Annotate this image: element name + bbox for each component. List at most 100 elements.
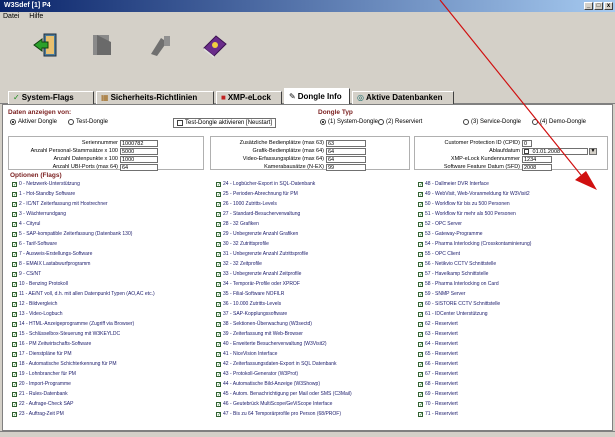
checkbox-checked-icon[interactable]: ✓	[12, 401, 17, 407]
flag-option[interactable]: ✓ 28 - 32 Grafiken	[216, 221, 259, 227]
flag-option[interactable]: ✓ 27 - Standard-Besucherverwaltung	[216, 211, 300, 217]
radio-system-dongle[interactable]: (1) System-Dongle	[320, 119, 378, 125]
flag-option[interactable]: ✓ 54 - Pharma Interlocking (Crosskontamin…	[418, 241, 531, 247]
checkbox-checked-icon[interactable]: ✓	[418, 251, 423, 257]
checkbox-checked-icon[interactable]: ✓	[216, 321, 221, 327]
checkbox-checked-icon[interactable]: ✓	[418, 181, 423, 187]
dropdown-arrow-icon[interactable]: ▼	[589, 148, 597, 155]
menu-datei[interactable]: Datei	[3, 13, 19, 20]
checkbox-checked-icon[interactable]: ✓	[216, 411, 221, 417]
checkbox-checked-icon[interactable]: ✓	[418, 211, 423, 217]
radio-aktiver-dongle[interactable]: Aktiver Dongle	[10, 119, 57, 125]
flag-option[interactable]: ✓ 41 - NiceVision Interface	[216, 351, 277, 357]
flag-option[interactable]: ✓ 71 - Reserviert	[418, 411, 458, 417]
checkbox-checked-icon[interactable]: ✓	[216, 361, 221, 367]
flag-option[interactable]: ✓ 10 - Benzing Protokoll	[12, 281, 68, 287]
flag-option[interactable]: ✓ 7 - Ausweis-Erstellungs-Software	[12, 251, 92, 257]
seriennummer-input[interactable]: 1000782	[120, 140, 158, 147]
checkbox-checked-icon[interactable]: ✓	[216, 191, 221, 197]
checkbox-checked-icon[interactable]: ✓	[418, 331, 423, 337]
flag-option[interactable]: ✓ 23 - Auftrag-Zeit PM	[12, 411, 64, 417]
sfd-input[interactable]: 2008	[522, 164, 552, 171]
checkbox-checked-icon[interactable]: ✓	[216, 221, 221, 227]
flag-option[interactable]: ✓ 21 - Rules-Datenbank	[12, 391, 68, 397]
flag-option[interactable]: ✓ 66 - Reserviert	[418, 361, 458, 367]
checkbox-checked-icon[interactable]: ✓	[12, 321, 17, 327]
flag-option[interactable]: ✓ 60 - SISTORE CCTV Schnittstelle	[418, 301, 500, 307]
close-button[interactable]: x	[604, 2, 613, 10]
checkbox-checked-icon[interactable]: ✓	[418, 271, 423, 277]
checkbox-checked-icon[interactable]: ✓	[418, 311, 423, 317]
checkbox-checked-icon[interactable]: ✓	[216, 331, 221, 337]
personal-stammsaetze-input[interactable]: 5000	[120, 148, 158, 155]
flag-option[interactable]: ✓ 8 - EMAIX Lastabwurfprogramm	[12, 261, 90, 267]
flag-option[interactable]: ✓ 63 - Reserviert	[418, 331, 458, 337]
flag-option[interactable]: ✓ 22 - Aufrage-Check SAP	[12, 401, 73, 407]
checkbox-checked-icon[interactable]: ✓	[216, 291, 221, 297]
document-icon[interactable]	[84, 28, 120, 62]
flag-option[interactable]: ✓ 5 - SAP-kompatible Zeiterfassung (Daten…	[12, 231, 132, 237]
flag-option[interactable]: ✓ 45 - Autom. Benachrichtigung per Mail o…	[216, 391, 352, 397]
radio-test-dongle[interactable]: Test-Dongle	[68, 119, 108, 125]
tab-xmp-elock[interactable]: ■ XMP-eLock	[216, 91, 282, 104]
book-icon[interactable]	[196, 28, 232, 62]
checkbox-checked-icon[interactable]: ✓	[418, 221, 423, 227]
flag-option[interactable]: ✓ 55 - OPC Client	[418, 251, 460, 257]
checkbox-checked-icon[interactable]: ✓	[418, 371, 423, 377]
flag-option[interactable]: ✓ 20 - Import-Programme	[12, 381, 71, 387]
flag-option[interactable]: ✓ 15 - Schlüsselbox-Steuerung mit W3KEYLD…	[12, 331, 120, 337]
flag-option[interactable]: ✓ 29 - Unbegrenzte Anzahl Grafiken	[216, 231, 298, 237]
checkbox-checked-icon[interactable]: ✓	[418, 261, 423, 267]
flag-option[interactable]: ✓ 14 - HTML-Anzeigeprogramme (Zugriff via…	[12, 321, 134, 327]
checkbox-checked-icon[interactable]: ✓	[12, 241, 17, 247]
checkbox-checked-icon[interactable]: ✓	[12, 391, 17, 397]
checkbox-checked-icon[interactable]: ✓	[216, 181, 221, 187]
flag-option[interactable]: ✓ 65 - Reserviert	[418, 351, 458, 357]
checkbox-checked-icon[interactable]: ✓	[12, 281, 17, 287]
flag-option[interactable]: ✓ 2 - IC/NT Zeiterfassung mit Hostrechner	[12, 201, 108, 207]
checkbox-checked-icon[interactable]: ✓	[12, 291, 17, 297]
checkbox-checked-icon[interactable]: ✓	[216, 201, 221, 207]
minimize-button[interactable]: _	[584, 2, 593, 10]
edit-icon[interactable]	[142, 28, 178, 62]
flag-option[interactable]: ✓ 32 - 32 Zeitprofile	[216, 261, 262, 267]
checkbox-checked-icon[interactable]: ✓	[216, 391, 221, 397]
checkbox-checked-icon[interactable]: ✓	[12, 371, 17, 377]
checkbox-checked-icon[interactable]: ✓	[216, 281, 221, 287]
flag-option[interactable]: ✓ 38 - Sektionen-Überwachung (W3sectd)	[216, 321, 312, 327]
checkbox-checked-icon[interactable]: ✓	[216, 271, 221, 277]
grafik-bedienplaetze-input[interactable]: 64	[326, 148, 366, 155]
checkbox-checked-icon[interactable]: ✓	[418, 381, 423, 387]
flag-option[interactable]: ✓ 48 - Dallmeier DVR Interface	[418, 181, 489, 187]
bedienplaetze-input[interactable]: 63	[326, 140, 366, 147]
flag-option[interactable]: ✓ 4 - Cityrul	[12, 221, 40, 227]
flag-option[interactable]: ✓ 12 - Bildvergleich	[12, 301, 57, 307]
checkbox-checked-icon[interactable]: ✓	[418, 291, 423, 297]
ablaufdatum-picker[interactable]: 01.01.2008	[522, 148, 588, 155]
checkbox-checked-icon[interactable]: ✓	[12, 301, 17, 307]
datenpunkte-input[interactable]: 1000	[120, 156, 158, 163]
ablaufdatum-checkbox[interactable]	[524, 149, 529, 154]
checkbox-test-dongle-aktivieren[interactable]: Test-Dongle aktivieren [Neustart]	[173, 118, 277, 128]
checkbox-checked-icon[interactable]: ✓	[216, 381, 221, 387]
flag-option[interactable]: ✓ 58 - Pharma Interlocking on Card	[418, 281, 499, 287]
flag-option[interactable]: ✓ 69 - Reserviert	[418, 391, 458, 397]
checkbox-checked-icon[interactable]: ✓	[12, 261, 17, 267]
flag-option[interactable]: ✓ 57 - Havelkamp Schnittstelle	[418, 271, 488, 277]
flag-option[interactable]: ✓ 64 - Reserviert	[418, 341, 458, 347]
flag-option[interactable]: ✓ 3 - Wächterrundgang	[12, 211, 66, 217]
flag-option[interactable]: ✓ 9 - CS/NT	[12, 271, 41, 277]
checkbox-checked-icon[interactable]: ✓	[216, 371, 221, 377]
checkbox-checked-icon[interactable]: ✓	[216, 231, 221, 237]
flag-option[interactable]: ✓ 30 - 32 Zutrittsprofile	[216, 241, 269, 247]
flag-option[interactable]: ✓ 61 - IDCenter Unterstützung	[418, 311, 488, 317]
cpid-input[interactable]: 0	[522, 140, 532, 147]
checkbox-checked-icon[interactable]: ✓	[12, 271, 17, 277]
checkbox-checked-icon[interactable]: ✓	[418, 401, 423, 407]
menu-hilfe[interactable]: Hilfe	[29, 13, 43, 20]
tab-aktive-datenbanken[interactable]: ◎ Aktive Datenbanken	[352, 91, 454, 104]
flag-option[interactable]: ✓ 19 - Lohnbrancher für PM	[12, 371, 76, 377]
checkbox-checked-icon[interactable]: ✓	[418, 351, 423, 357]
flag-option[interactable]: ✓ 18 - Automatische Schichterkennung für …	[12, 361, 117, 367]
checkbox-checked-icon[interactable]: ✓	[12, 331, 17, 337]
